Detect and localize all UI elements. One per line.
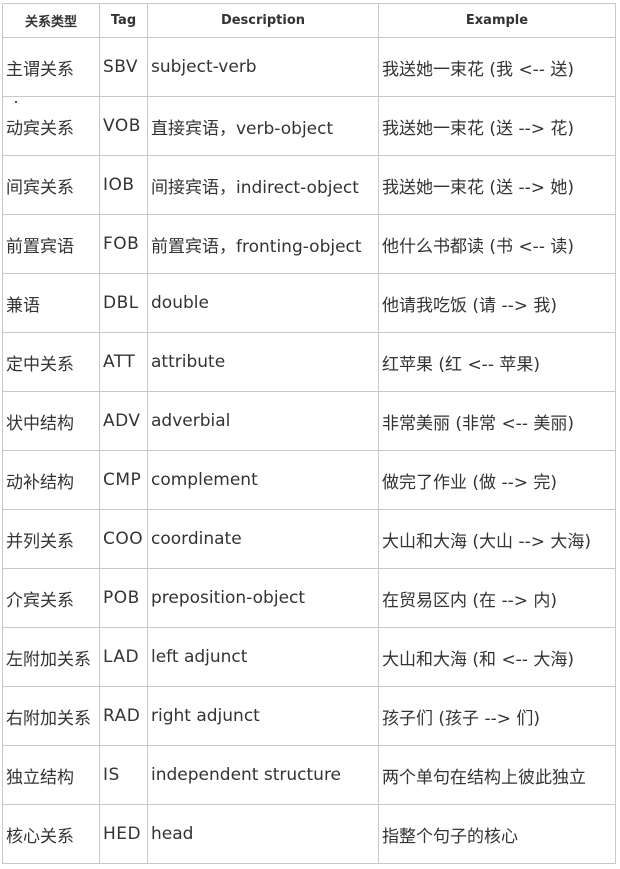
example-cell: 红苹果 (红 <-- 苹果) [378, 332, 616, 392]
description-cell: double [147, 273, 379, 333]
description-cell: 直接宾语，verb-object [147, 96, 379, 156]
tag-cell: IOB [99, 155, 148, 215]
table-row: 独立结构 IS independent structure 两个单句在结构上彼此… [2, 745, 616, 805]
header-row: 关系类型 Tag Description Example [2, 3, 616, 38]
relation-name-cell: 间宾关系 [2, 155, 100, 215]
example-cell: 做完了作业 (做 --> 完) [378, 450, 616, 510]
tag-cell: HED [99, 804, 148, 864]
table-body: 主谓关系 SBV subject-verb 我送她一束花 (我 <-- 送) 动… [2, 37, 616, 864]
relation-name-cell: 状中结构 [2, 391, 100, 451]
description-cell: right adjunct [147, 686, 379, 746]
relation-name-cell: 独立结构 [2, 745, 100, 805]
stray-dot-mark [15, 101, 17, 103]
table-row: 并列关系 COO coordinate 大山和大海 (大山 --> 大海) [2, 509, 616, 569]
tag-cell: LAD [99, 627, 148, 687]
dependency-relations-table: 关系类型 Tag Description Example 主谓关系 SBV su… [2, 3, 616, 864]
tag-cell: IS [99, 745, 148, 805]
description-cell: left adjunct [147, 627, 379, 687]
relation-name-cell: 核心关系 [2, 804, 100, 864]
description-cell: subject-verb [147, 37, 379, 97]
example-cell: 指整个句子的核心 [378, 804, 616, 864]
table-row: 动补结构 CMP complement 做完了作业 (做 --> 完) [2, 450, 616, 510]
description-cell: preposition-object [147, 568, 379, 628]
example-cell: 大山和大海 (和 <-- 大海) [378, 627, 616, 687]
description-cell: head [147, 804, 379, 864]
relation-name-cell: 左附加关系 [2, 627, 100, 687]
relation-name-cell: 并列关系 [2, 509, 100, 569]
description-cell: independent structure [147, 745, 379, 805]
tag-cell: POB [99, 568, 148, 628]
header-example: Example [378, 3, 616, 38]
tag-cell: ADV [99, 391, 148, 451]
relation-name-cell: 前置宾语 [2, 214, 100, 274]
table-row: 右附加关系 RAD right adjunct 孩子们 (孩子 --> 们) [2, 686, 616, 746]
relation-name-cell: 动补结构 [2, 450, 100, 510]
table-row: 动宾关系 VOB 直接宾语，verb-object 我送她一束花 (送 --> … [2, 96, 616, 156]
tag-cell: CMP [99, 450, 148, 510]
table-row: 间宾关系 IOB 间接宾语，indirect-object 我送她一束花 (送 … [2, 155, 616, 215]
description-cell: 前置宾语，fronting-object [147, 214, 379, 274]
example-cell: 我送她一束花 (我 <-- 送) [378, 37, 616, 97]
table-header: 关系类型 Tag Description Example [2, 3, 616, 38]
example-cell: 他请我吃饭 (请 --> 我) [378, 273, 616, 333]
relation-name-cell: 动宾关系 [2, 96, 100, 156]
example-cell: 大山和大海 (大山 --> 大海) [378, 509, 616, 569]
header-relation-type: 关系类型 [2, 3, 100, 38]
example-cell: 非常美丽 (非常 <-- 美丽) [378, 391, 616, 451]
example-cell: 他什么书都读 (书 <-- 读) [378, 214, 616, 274]
header-description: Description [147, 3, 379, 38]
table-row: 兼语 DBL double 他请我吃饭 (请 --> 我) [2, 273, 616, 333]
example-cell: 我送她一束花 (送 --> 她) [378, 155, 616, 215]
header-tag: Tag [99, 3, 148, 38]
table-row: 核心关系 HED head 指整个句子的核心 [2, 804, 616, 864]
tag-cell: SBV [99, 37, 148, 97]
table-row: 定中关系 ATT attribute 红苹果 (红 <-- 苹果) [2, 332, 616, 392]
tag-cell: VOB [99, 96, 148, 156]
relation-name-cell: 定中关系 [2, 332, 100, 392]
example-cell: 两个单句在结构上彼此独立 [378, 745, 616, 805]
example-cell: 在贸易区内 (在 --> 内) [378, 568, 616, 628]
tag-cell: DBL [99, 273, 148, 333]
table-row: 左附加关系 LAD left adjunct 大山和大海 (和 <-- 大海) [2, 627, 616, 687]
table-row: 状中结构 ADV adverbial 非常美丽 (非常 <-- 美丽) [2, 391, 616, 451]
example-cell: 我送她一束花 (送 --> 花) [378, 96, 616, 156]
description-cell: adverbial [147, 391, 379, 451]
tag-cell: ATT [99, 332, 148, 392]
relation-name-cell: 右附加关系 [2, 686, 100, 746]
tag-cell: COO [99, 509, 148, 569]
relation-name-cell: 介宾关系 [2, 568, 100, 628]
tag-cell: FOB [99, 214, 148, 274]
relation-name-cell: 主谓关系 [2, 37, 100, 97]
tag-cell: RAD [99, 686, 148, 746]
description-cell: 间接宾语，indirect-object [147, 155, 379, 215]
description-cell: complement [147, 450, 379, 510]
table-row: 主谓关系 SBV subject-verb 我送她一束花 (我 <-- 送) [2, 37, 616, 97]
table-row: 前置宾语 FOB 前置宾语，fronting-object 他什么书都读 (书 … [2, 214, 616, 274]
description-cell: coordinate [147, 509, 379, 569]
example-cell: 孩子们 (孩子 --> 们) [378, 686, 616, 746]
relation-name-cell: 兼语 [2, 273, 100, 333]
table-row: 介宾关系 POB preposition-object 在贸易区内 (在 -->… [2, 568, 616, 628]
description-cell: attribute [147, 332, 379, 392]
